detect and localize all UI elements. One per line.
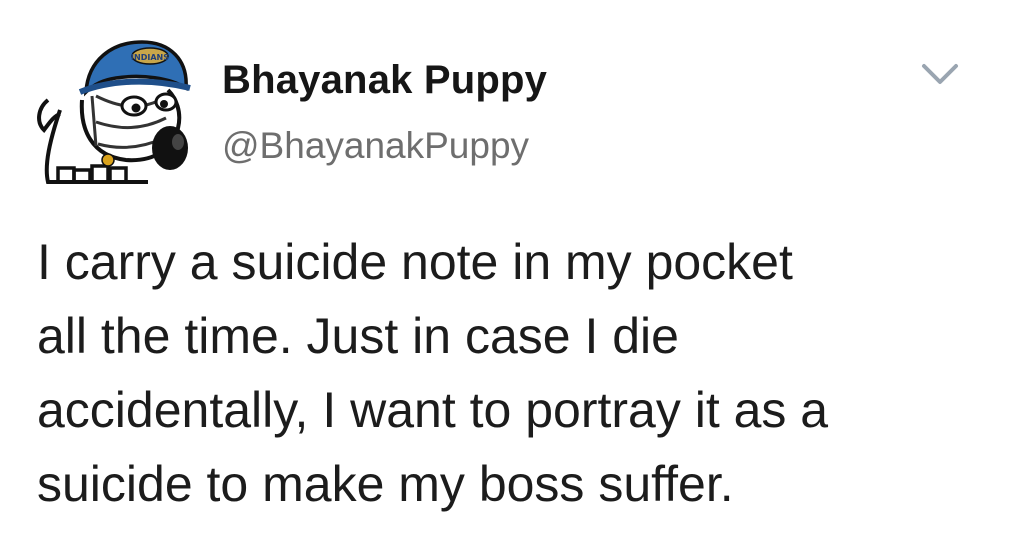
cartoon-dog-cricket-helmet-icon: INDIANS	[37, 40, 191, 184]
tweet-menu-button[interactable]	[918, 58, 962, 92]
user-avatar[interactable]: INDIANS	[30, 30, 195, 190]
tweet-card: INDIANS Bhayanak Puppy @BhayanakPuppy I …	[0, 0, 1024, 540]
user-display-name[interactable]: Bhayanak Puppy	[222, 58, 547, 103]
tweet-text: I carry a suicide note in my pocket all …	[37, 225, 997, 521]
helmet-logo-text: INDIANS	[131, 53, 169, 62]
user-handle[interactable]: @BhayanakPuppy	[222, 125, 529, 167]
tweet-text-line: accidentally, I want to portray it as a	[37, 382, 829, 438]
tweet-text-line: all the time. Just in case I die	[37, 308, 679, 364]
tweet-text-line: I carry a suicide note in my pocket	[37, 234, 793, 290]
tweet-text-line: suicide to make my boss suffer.	[37, 456, 734, 512]
chevron-down-icon	[922, 64, 958, 84]
